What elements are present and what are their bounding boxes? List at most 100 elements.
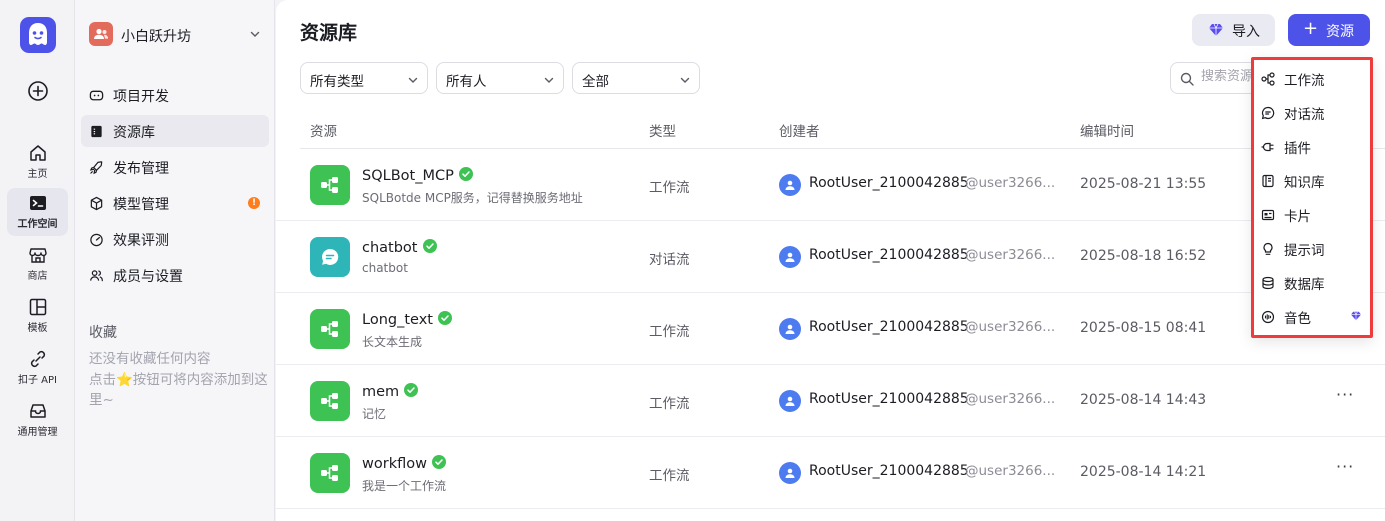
users-icon — [90, 270, 103, 282]
menu-item-card[interactable]: 卡片 — [1254, 197, 1370, 231]
sidebar-item-evaluation[interactable]: 效果评测 — [81, 223, 269, 255]
menu-item-label: 插件 — [1284, 141, 1311, 157]
sidebar-item-publish[interactable]: 发布管理 — [81, 151, 269, 183]
user-avatar — [779, 174, 801, 196]
rail-item-workspace[interactable]: 工作空间 — [7, 188, 68, 236]
favorites-empty-line: 还没有收藏任何内容 — [89, 351, 211, 367]
sidebar-item-label: 效果评测 — [113, 233, 169, 249]
table-row[interactable]: SQLBot_MCP SQLBotde MCP服务，记得替换服务地址 工作流 R… — [276, 149, 1385, 221]
verified-check-icon — [422, 239, 437, 253]
status-filter-select[interactable]: 全部 — [572, 62, 700, 94]
menu-item-chatflow[interactable]: 对话流 — [1254, 95, 1370, 129]
gamepad-icon — [89, 90, 104, 101]
rail-item-home[interactable]: 主页 — [7, 138, 68, 186]
creator-name: RootUser_2100042885 — [809, 319, 969, 335]
verified-check-icon — [404, 383, 419, 397]
table-row[interactable]: workflow 我是一个工作流 工作流 RootUser_2100042885… — [276, 437, 1385, 509]
add-resource-button[interactable]: + 资源 — [1288, 14, 1370, 46]
import-button[interactable]: 导入 — [1192, 14, 1275, 46]
favorites-title: 收藏 — [89, 325, 117, 341]
workflow-icon — [1261, 72, 1275, 86]
add-resource-menu: 工作流 对话流 插件 知识库 卡片 提示词 数据库 音色 — [1251, 57, 1373, 338]
rail-item-label: 商店 — [27, 271, 48, 282]
resource-name-text: workflow — [362, 456, 427, 472]
sidebar-item-label: 资源库 — [113, 125, 155, 141]
edited-time: 2025-08-15 08:41 — [1080, 320, 1207, 336]
rail-item-label: 主页 — [27, 169, 48, 180]
resource-type: 工作流 — [649, 468, 690, 484]
chatflow-icon — [310, 237, 350, 277]
chevron-down-icon — [408, 77, 418, 83]
inbox-icon — [29, 404, 46, 418]
verified-check-icon — [437, 311, 452, 325]
resource-name[interactable]: workflow — [362, 455, 446, 472]
chevron-down-icon — [544, 77, 554, 83]
column-header-type: 类型 — [649, 124, 676, 140]
menu-item-label: 知识库 — [1284, 175, 1325, 191]
sidebar-item-label: 模型管理 — [113, 197, 169, 213]
space-switcher[interactable]: 小白跃升坊 — [89, 22, 267, 50]
sidebar-item-projects[interactable]: 项目开发 — [81, 79, 269, 111]
user-avatar — [779, 462, 801, 484]
rail-item-store[interactable]: 商店 — [7, 240, 68, 288]
type-filter-select[interactable]: 所有类型 — [300, 62, 428, 94]
search-box[interactable] — [1170, 62, 1260, 94]
prompt-icon — [1263, 242, 1273, 255]
menu-item-workflow[interactable]: 工作流 — [1254, 61, 1370, 95]
table-row[interactable]: chatbot chatbot 对话流 RootUser_2100042885 … — [276, 221, 1385, 293]
card-icon — [1261, 209, 1275, 221]
menu-item-label: 数据库 — [1284, 277, 1325, 293]
space-avatar — [89, 22, 113, 46]
owner-filter-select[interactable]: 所有人 — [436, 62, 564, 94]
creator-handle: @user3266... — [965, 319, 1056, 335]
column-header-creator: 创建者 — [779, 124, 820, 140]
rail-item-api[interactable]: 扣子 API — [7, 344, 68, 392]
workspace-sidebar: 小白跃升坊 项目开发 资源库 发布管理 模型管理 ! 效果评测 成员与设置 收藏… — [75, 0, 275, 521]
select-value: 所有类型 — [310, 74, 364, 90]
gauge-icon — [90, 233, 103, 247]
menu-item-label: 对话流 — [1284, 107, 1325, 123]
sidebar-item-members[interactable]: 成员与设置 — [81, 259, 269, 291]
more-actions-icon[interactable]: ··· — [1336, 457, 1354, 476]
chevron-down-icon — [250, 31, 260, 37]
menu-item-label: 音色 — [1284, 311, 1311, 327]
table-row[interactable]: mem 记忆 工作流 RootUser_2100042885 @user3266… — [276, 365, 1385, 437]
resource-name[interactable]: mem — [362, 383, 419, 400]
rail-item-templates[interactable]: 模板 — [7, 292, 68, 340]
resource-description: 我是一个工作流 — [362, 479, 447, 493]
creator-handle: @user3266... — [965, 463, 1056, 479]
resource-type: 工作流 — [649, 324, 690, 340]
menu-item-database[interactable]: 数据库 — [1254, 265, 1370, 299]
edited-time: 2025-08-18 16:52 — [1080, 248, 1207, 264]
chevron-down-icon — [680, 77, 690, 83]
sidebar-item-library[interactable]: 资源库 — [81, 115, 269, 147]
user-avatar — [779, 246, 801, 268]
api-icon — [30, 350, 45, 368]
menu-item-knowledge[interactable]: 知识库 — [1254, 163, 1370, 197]
create-plus-icon[interactable] — [27, 80, 49, 102]
resource-type: 对话流 — [649, 252, 690, 268]
table-row[interactable]: Long_text 长文本生成 工作流 RootUser_2100042885 … — [276, 293, 1385, 365]
space-name: 小白跃升坊 — [121, 29, 191, 45]
template-icon — [29, 298, 46, 316]
more-actions-icon[interactable]: ··· — [1336, 385, 1354, 404]
resource-name-text: chatbot — [362, 240, 418, 256]
select-value: 全部 — [582, 74, 609, 90]
menu-item-prompt[interactable]: 提示词 — [1254, 231, 1370, 265]
resource-name[interactable]: SQLBot_MCP — [362, 167, 473, 184]
warning-badge: ! — [248, 197, 260, 209]
column-header-resource: 资源 — [310, 124, 337, 140]
favorites-empty-text: 还没有收藏任何内容 点击⭐按钮可将内容添加到这里~ — [89, 349, 269, 411]
resource-name[interactable]: Long_text — [362, 311, 452, 328]
menu-item-plugin[interactable]: 插件 — [1254, 129, 1370, 163]
home-icon — [29, 145, 46, 161]
app-logo[interactable] — [20, 17, 56, 53]
premium-diamond-icon — [1351, 311, 1361, 321]
rail-item-general-admin[interactable]: 通用管理 — [7, 396, 68, 444]
resource-name[interactable]: chatbot — [362, 239, 437, 256]
workflow-icon — [310, 453, 350, 493]
menu-item-voice[interactable]: 音色 — [1254, 299, 1370, 333]
workflow-icon — [310, 309, 350, 349]
sidebar-item-models[interactable]: 模型管理 ! — [81, 187, 269, 219]
cube-icon — [90, 196, 103, 211]
